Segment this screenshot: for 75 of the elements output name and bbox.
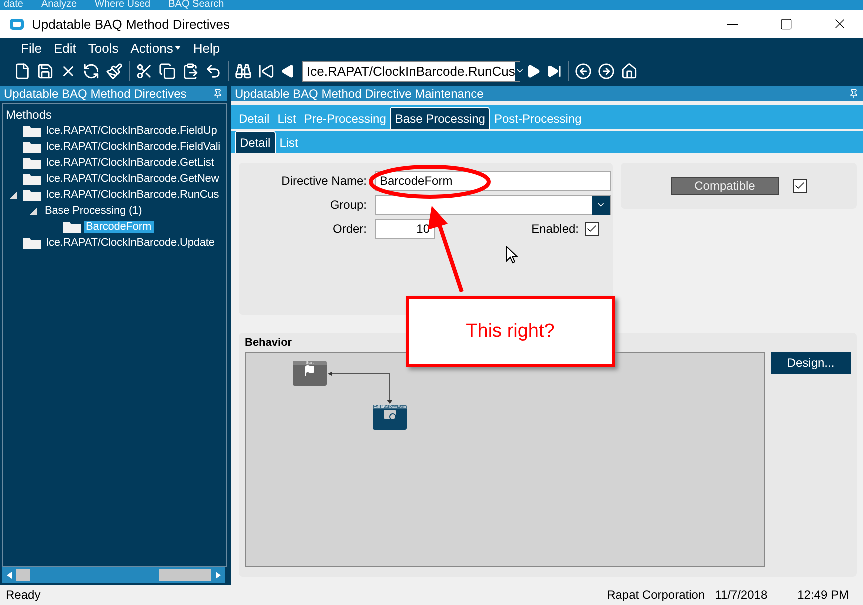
horizontal-scrollbar[interactable] <box>2 567 225 583</box>
panel-title: Updatable BAQ Method Directives <box>4 86 187 100</box>
scroll-left-icon[interactable] <box>6 572 12 578</box>
tree-root: Methods <box>6 108 52 122</box>
flag-icon <box>304 365 316 377</box>
tree-item[interactable]: Base Processing (1) <box>43 205 144 217</box>
callout-box: This right? <box>406 296 615 367</box>
next-record-icon[interactable] <box>526 64 541 78</box>
tree-item[interactable]: Ice.RAPAT/ClockInBarcode.GetNew <box>44 173 222 185</box>
last-record-icon[interactable] <box>547 64 562 78</box>
checkbox[interactable] <box>585 222 599 236</box>
tree-item[interactable]: Ice.RAPAT/ClockInBarcode.FieldUp <box>44 125 220 137</box>
save-icon[interactable] <box>37 62 54 80</box>
menu-item[interactable]: File <box>16 40 47 56</box>
design-button[interactable]: Design... <box>771 352 851 374</box>
status-date: 11/7/2018 <box>715 588 768 602</box>
pin-icon[interactable] <box>849 88 859 98</box>
field-label: Group: <box>329 198 367 212</box>
check-icon <box>586 223 598 235</box>
previous-record-icon[interactable] <box>281 64 296 78</box>
window-title: Updatable BAQ Method Directives <box>32 16 231 32</box>
scissors-icon[interactable] <box>136 62 153 80</box>
panel-title: Updatable BAQ Method Directive Maintenance <box>235 86 484 100</box>
new-file-icon[interactable] <box>14 62 31 80</box>
mouse-cursor-icon <box>506 246 518 265</box>
field-label: Order: <box>332 222 367 236</box>
folder-icon <box>23 174 41 184</box>
status-time: 12:49 PM <box>798 588 849 602</box>
tree-item[interactable]: Ice.RAPAT/ClockInBarcode.Update <box>44 237 217 249</box>
tree-item[interactable]: Ice.RAPAT/ClockInBarcode.RunCus <box>44 189 222 201</box>
folder-icon <box>23 142 41 152</box>
checkbox[interactable] <box>793 179 807 193</box>
folder-icon <box>23 190 41 200</box>
paste-icon[interactable] <box>182 62 199 80</box>
menu-item[interactable]: Tools <box>83 40 124 56</box>
pin-icon[interactable] <box>213 88 223 98</box>
back-icon[interactable] <box>575 62 592 80</box>
menu-item[interactable]: Actions <box>126 40 186 56</box>
home-icon[interactable] <box>621 62 638 80</box>
maximize-icon <box>780 18 792 30</box>
folder-icon <box>23 238 41 248</box>
form-icon <box>383 409 397 421</box>
copy-icon[interactable] <box>159 62 176 80</box>
tab[interactable]: Base Processing <box>390 107 490 129</box>
field-label: Enabled: <box>532 222 579 236</box>
section-title: Behavior <box>245 337 294 349</box>
menu-item[interactable]: Edit <box>48 40 82 56</box>
company-name: Rapat Corporation <box>607 588 706 602</box>
folder-icon <box>23 158 41 168</box>
input-field[interactable]: BarcodeForm <box>375 171 611 191</box>
scroll-thumb[interactable] <box>159 569 211 581</box>
first-record-icon[interactable] <box>258 62 275 80</box>
undo-icon[interactable] <box>205 62 222 80</box>
caret-icon <box>175 46 182 50</box>
status-text: Ready <box>6 588 42 602</box>
field-label: Directive Name: <box>280 174 367 188</box>
brush-icon[interactable] <box>106 62 123 80</box>
compatible-button[interactable]: Compatible <box>671 177 779 195</box>
scrollbar-segment[interactable] <box>16 569 30 581</box>
binoculars-icon[interactable] <box>235 62 252 80</box>
expand-arrow-icon[interactable] <box>30 208 37 214</box>
tree-item[interactable]: Ice.RAPAT/ClockInBarcode.FieldVali <box>44 141 223 153</box>
forward-icon[interactable] <box>598 62 615 80</box>
refresh-icon[interactable] <box>83 62 100 80</box>
group-dropdown[interactable] <box>375 195 611 215</box>
tab[interactable]: Detail <box>235 131 276 153</box>
scroll-right-icon[interactable] <box>216 572 220 578</box>
connector-line <box>328 371 392 405</box>
folder-icon <box>23 126 41 136</box>
tree-item[interactable]: Ice.RAPAT/ClockInBarcode.GetList <box>44 157 216 169</box>
check-icon <box>794 180 806 192</box>
folder-icon <box>63 222 81 232</box>
app-icon <box>10 18 24 30</box>
menu-item[interactable]: Help <box>188 40 226 56</box>
expand-arrow-icon[interactable] <box>10 192 17 198</box>
